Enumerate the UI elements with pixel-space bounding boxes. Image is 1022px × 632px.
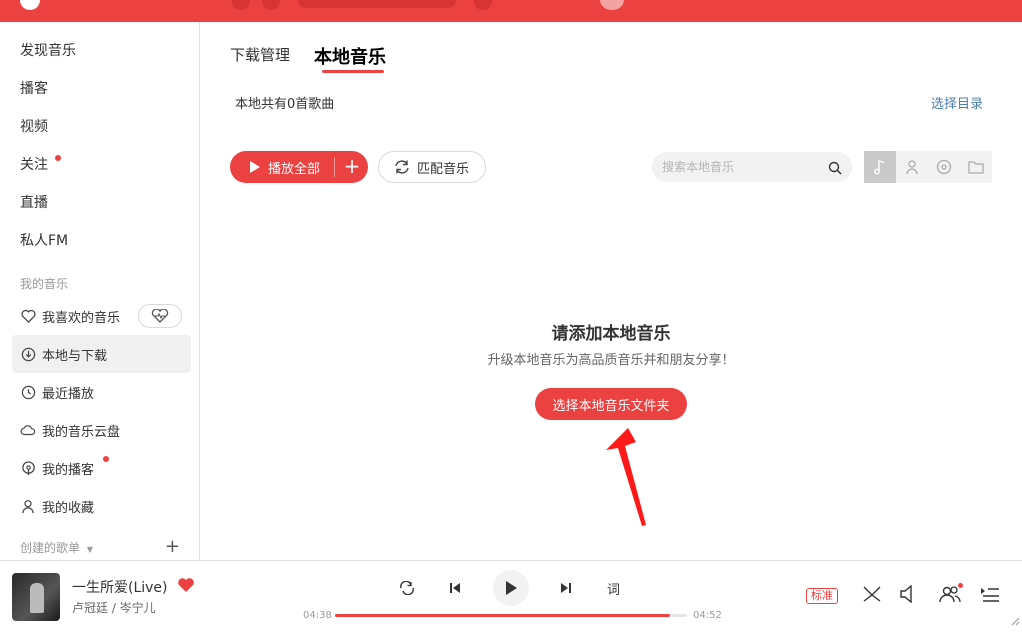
resize-handle-icon[interactable] [1010,611,1020,630]
song-artist[interactable]: 卢冠廷 / 岑宁儿 [72,599,156,616]
created-playlists-header[interactable]: 创建的歌单 ▼ + [20,536,180,557]
tab-download-manage[interactable]: 下载管理 [230,44,290,65]
sidebar-item-video[interactable]: 视频 [20,117,48,137]
sidebar: 发现音乐 播客 视频 关注 直播 私人FM 我的音乐 我喜欢的音乐 本地与下载 … [0,22,200,560]
sidebar-item-label: 我的播客 [42,462,95,478]
arrow-annotation [606,428,646,526]
listen-together-icon[interactable] [939,585,961,607]
view-song-button[interactable] [864,151,896,183]
local-search-input[interactable] [652,152,852,182]
play-button[interactable] [493,570,529,606]
music-note-icon [874,160,885,175]
folder-icon [968,161,984,174]
previous-icon[interactable] [449,582,461,594]
view-mode-group [864,151,992,183]
avatar[interactable] [600,0,624,10]
podcast-icon [20,460,36,476]
sidebar-item-collection[interactable]: 我的收藏 [12,487,191,525]
play-icon [506,581,517,595]
next-icon[interactable] [560,582,572,594]
player-bar: 一生所爱(Live) 卢冠廷 / 岑宁儿 词 04:38 04:52 标准 [0,560,1022,632]
forward-button[interactable] [262,0,280,10]
sidebar-item-label: 我的音乐云盘 [42,424,121,440]
match-music-label: 匹配音乐 [417,161,470,177]
divider [334,157,335,177]
sidebar-item-follow[interactable]: 关注 [20,155,48,175]
notification-dot [103,456,109,462]
search-icon[interactable] [828,160,842,179]
sidebar-item-fm[interactable]: 私人FM [20,231,68,251]
view-album-button[interactable] [928,151,960,183]
play-all-label: 播放全部 [268,161,321,177]
logo-icon[interactable] [20,0,40,10]
created-playlists-label: 创建的歌单 [20,541,81,555]
tab-local-music[interactable]: 本地音乐 [314,43,386,69]
quality-badge[interactable]: 标准 [806,588,838,604]
play-icon [250,161,260,173]
album-icon [936,159,952,175]
sidebar-item-cloud[interactable]: 我的音乐云盘 [12,411,191,449]
artist-icon [906,160,918,175]
sidebar-item-label: 最近播放 [42,386,95,402]
play-all-button[interactable]: 播放全部 + [230,151,368,183]
sidebar-item-discover[interactable]: 发现音乐 [20,41,76,61]
triangle-down-icon: ▼ [86,545,93,554]
top-bar [0,0,1022,22]
song-title[interactable]: 一生所爱(Live) [72,577,168,597]
song-count-text: 本地共有0首歌曲 [235,97,335,112]
add-playlist-button[interactable]: + [165,536,180,557]
sidebar-item-my-podcast[interactable]: 我的播客 [12,449,191,487]
global-search-input[interactable] [298,0,456,8]
effects-icon[interactable] [862,585,882,607]
sidebar-item-live[interactable]: 直播 [20,193,48,213]
view-artist-button[interactable] [896,151,928,183]
notification-dot [55,155,61,161]
sidebar-item-podcast[interactable]: 播客 [20,79,48,99]
clock-icon [20,384,36,400]
voice-search-icon[interactable] [474,0,492,10]
choose-directory-link[interactable]: 选择目录 [931,93,983,112]
empty-state-title: 请添加本地音乐 [551,324,671,344]
sidebar-item-label: 我的收藏 [42,500,95,516]
user-icon [20,498,36,514]
lyrics-button[interactable]: 词 [607,579,620,598]
view-folder-button[interactable] [960,151,992,183]
choose-folder-button[interactable]: 选择本地音乐文件夹 [535,388,687,420]
playlist-icon[interactable] [980,585,1000,607]
progress-fill [335,614,671,617]
loop-icon[interactable] [399,581,415,595]
sidebar-item-recent[interactable]: 最近播放 [12,373,191,411]
notification-dot [958,583,963,588]
match-music-button[interactable]: 匹配音乐 [378,151,486,183]
album-cover[interactable] [12,573,60,621]
refresh-icon [393,159,411,175]
cloud-icon [20,422,36,438]
back-button[interactable] [232,0,250,10]
total-time: 04:52 [693,610,722,621]
like-heart-icon[interactable] [177,577,195,597]
tab-active-indicator [322,70,384,73]
empty-state-subtitle: 升级本地音乐为高品质音乐并和朋友分享！ [487,353,735,368]
my-music-title: 我的音乐 [20,277,69,291]
volume-icon[interactable] [899,584,919,607]
progress-bar[interactable] [335,614,687,617]
current-time: 04:38 [303,610,332,621]
add-to-playlist-button[interactable]: + [342,153,362,179]
